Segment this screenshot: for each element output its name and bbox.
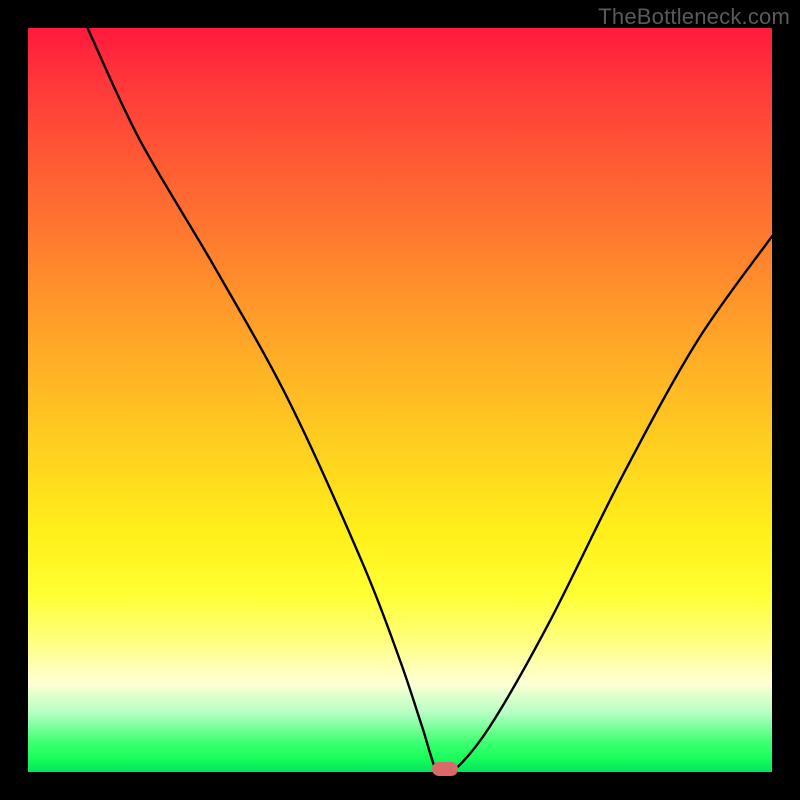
optimal-marker	[432, 762, 458, 776]
chart-frame: TheBottleneck.com	[0, 0, 800, 800]
bottleneck-curve	[28, 28, 772, 772]
watermark-text: TheBottleneck.com	[598, 4, 790, 30]
plot-area	[28, 28, 772, 772]
